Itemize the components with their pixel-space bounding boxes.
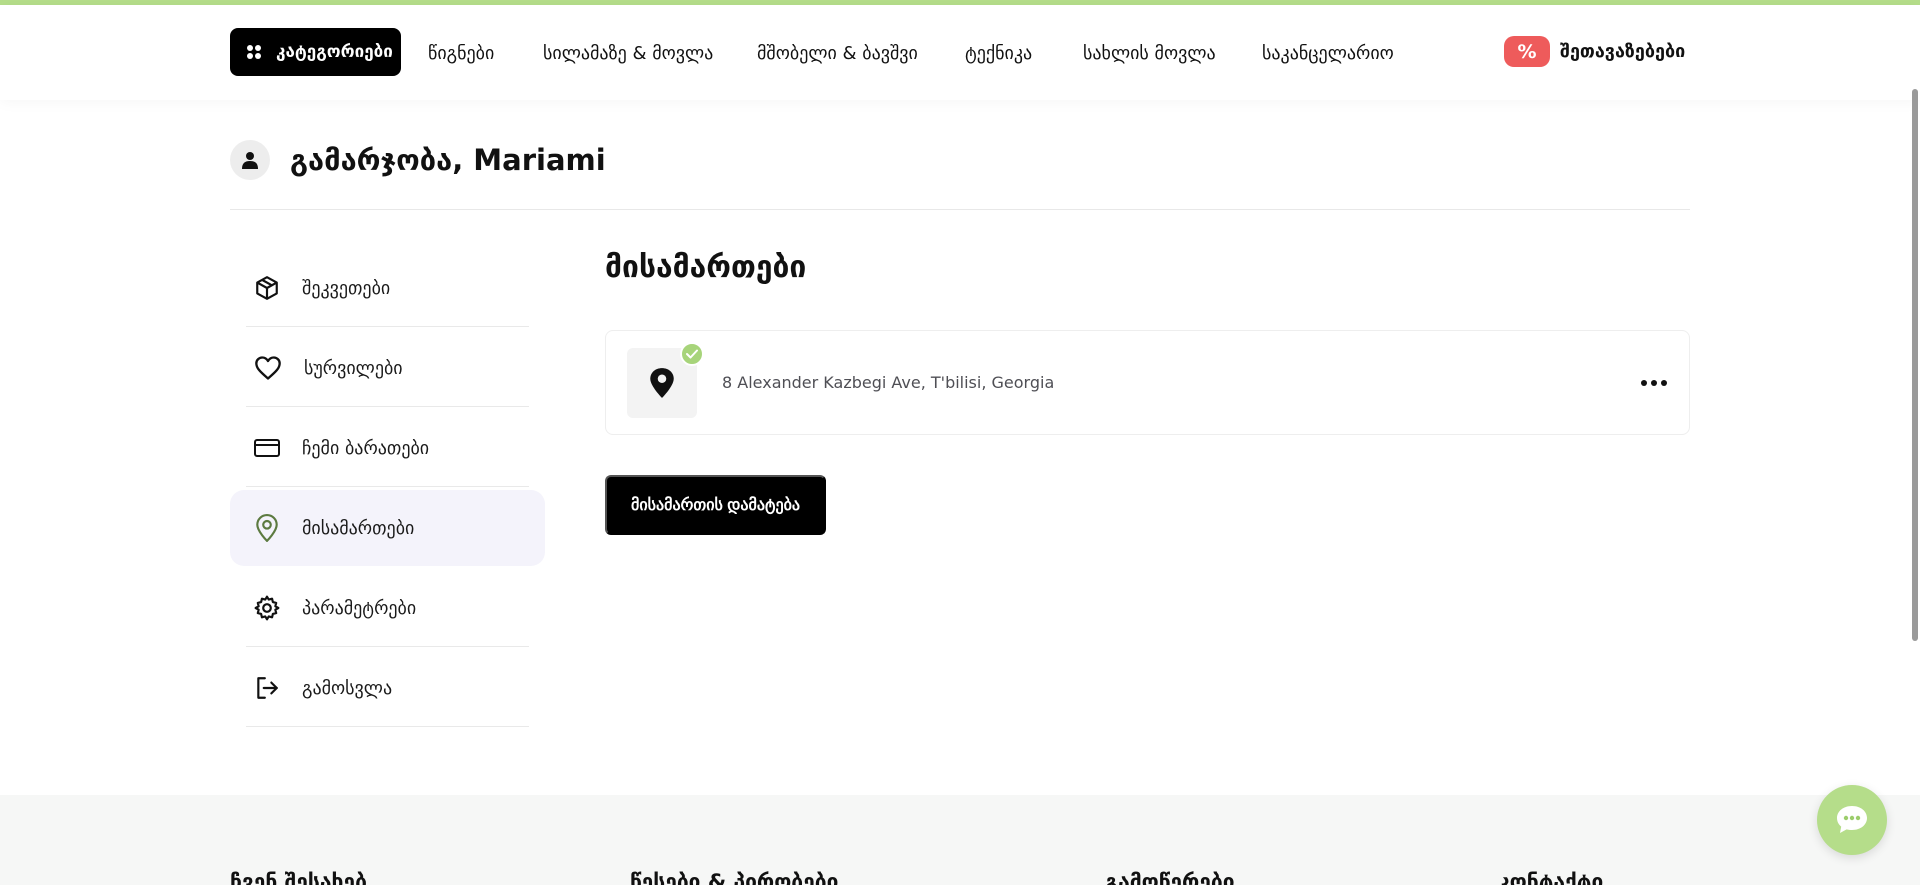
- footer-terms[interactable]: წესები & პირობები: [630, 870, 838, 885]
- add-address-button[interactable]: მისამართის დამატება: [605, 475, 826, 535]
- promo-label: შეთავაზებები: [1560, 41, 1686, 62]
- sidebar-divider: [246, 726, 529, 727]
- footer-about[interactable]: ჩვენ შესახებ: [230, 870, 367, 885]
- map-pin-icon: [256, 514, 278, 542]
- top-navigation: კატეგორიები წიგნები სილამაზე & მოვლა მშო…: [0, 5, 1920, 100]
- page-scrollbar[interactable]: [1908, 88, 1920, 885]
- footer: ჩვენ შესახებ წესები & პირობები გამოწერებ…: [0, 795, 1920, 885]
- categories-label: კატეგორიები: [276, 42, 393, 62]
- greeting-text: გამარჯობა, Mariami: [290, 143, 606, 177]
- sidebar-divider: [246, 486, 529, 487]
- address-text: 8 Alexander Kazbegi Ave, T'bilisi, Georg…: [722, 373, 1055, 392]
- sidebar-item-orders[interactable]: შეკვეთები: [230, 250, 545, 326]
- footer-contact[interactable]: კონტაქტი: [1498, 870, 1603, 885]
- sidebar-divider: [246, 326, 529, 327]
- default-check-icon: [680, 342, 704, 366]
- dot-icon: [1641, 380, 1647, 386]
- sidebar-item-settings[interactable]: პარამეტრები: [230, 570, 545, 646]
- chat-button[interactable]: [1817, 785, 1887, 855]
- divider: [230, 209, 1690, 210]
- avatar: [230, 140, 270, 180]
- nav-item-beauty[interactable]: სილამაზე & მოვლა: [543, 43, 713, 64]
- sidebar-divider: [246, 406, 529, 407]
- logout-icon: [257, 677, 278, 699]
- sidebar-item-label: სურვილები: [304, 357, 403, 379]
- dot-icon: [1661, 380, 1667, 386]
- user-icon: [242, 152, 258, 169]
- credit-card-icon: [254, 439, 280, 457]
- sidebar-item-label: პარამეტრები: [302, 597, 417, 619]
- scrollbar-thumb[interactable]: [1912, 89, 1918, 641]
- sidebar-divider: [246, 646, 529, 647]
- sidebar-item-label: შეკვეთები: [302, 277, 391, 299]
- chat-bubble-icon: [1837, 806, 1867, 833]
- nav-item-home-care[interactable]: სახლის მოვლა: [1083, 43, 1216, 64]
- nav-item-stationery[interactable]: საკანცელარიო: [1262, 43, 1394, 64]
- footer-subscriptions[interactable]: გამოწერები: [1105, 870, 1235, 885]
- sidebar-item-addresses[interactable]: მისამართები: [230, 490, 545, 566]
- location-pin-icon: [650, 368, 674, 398]
- sidebar-item-label: გამოსვლა: [302, 677, 393, 699]
- promo-link[interactable]: % შეთავაზებები: [1504, 36, 1685, 67]
- nav-item-tech[interactable]: ტექნიკა: [965, 43, 1032, 64]
- sidebar-item-cards[interactable]: ჩემი ბარათები: [230, 410, 545, 486]
- nav-item-books[interactable]: წიგნები: [428, 43, 494, 64]
- more-options-button[interactable]: [1636, 371, 1672, 395]
- sidebar-item-logout[interactable]: გამოსვლა: [230, 650, 545, 726]
- grid-dots-icon: [247, 45, 261, 59]
- heart-icon: [255, 356, 281, 380]
- categories-button[interactable]: კატეგორიები: [230, 28, 401, 76]
- dot-icon: [1651, 380, 1657, 386]
- percent-badge-icon: %: [1504, 36, 1550, 67]
- address-card[interactable]: 8 Alexander Kazbegi Ave, T'bilisi, Georg…: [605, 330, 1690, 435]
- greeting: გამარჯობა, Mariami: [230, 140, 606, 180]
- sidebar-item-wishlist[interactable]: სურვილები: [230, 330, 545, 406]
- sidebar-item-label: მისამართები: [302, 517, 415, 539]
- nav-item-parent-child[interactable]: მშობელი & ბავშვი: [757, 43, 918, 64]
- sidebar-item-label: ჩემი ბარათები: [302, 437, 430, 459]
- box-icon: [256, 276, 278, 300]
- gear-icon: [254, 595, 280, 621]
- page-title: მისამართები: [605, 250, 807, 285]
